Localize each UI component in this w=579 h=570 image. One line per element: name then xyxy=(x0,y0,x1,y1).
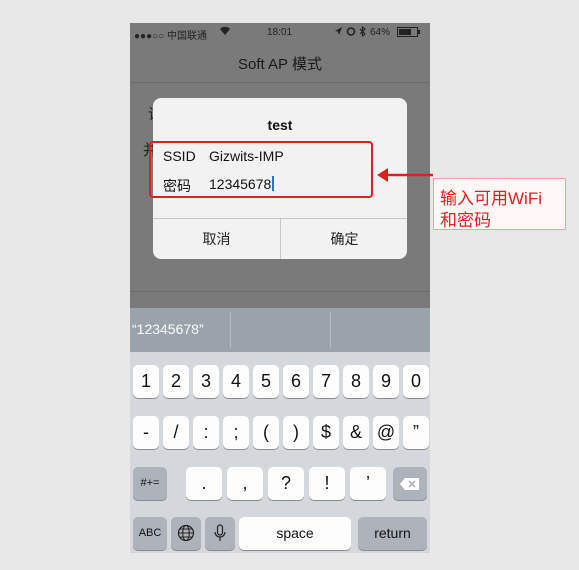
key-abc[interactable]: ABC xyxy=(133,517,167,550)
key-apostrophe[interactable]: ’ xyxy=(350,467,386,500)
page-title: Soft AP 模式 xyxy=(238,56,322,73)
return-key[interactable]: return xyxy=(358,517,427,550)
key-semicolon[interactable]: ; xyxy=(223,416,249,449)
suggestion-item[interactable]: “12345678” xyxy=(132,321,204,337)
background-divider xyxy=(130,291,430,292)
key-7[interactable]: 7 xyxy=(313,365,339,398)
keyboard: “12345678” 1 2 3 4 5 6 7 8 9 0 - / : ; (… xyxy=(130,308,430,553)
key-1[interactable]: 1 xyxy=(133,365,159,398)
globe-key[interactable] xyxy=(171,517,201,550)
alarm-icon xyxy=(346,26,356,39)
key-open-paren[interactable]: ( xyxy=(253,416,279,449)
annotation-box: 输入可用WiFi 和密码 xyxy=(433,178,566,230)
nav-bar: Soft AP 模式 xyxy=(130,42,430,83)
key-quote[interactable]: ” xyxy=(403,416,429,449)
bluetooth-icon xyxy=(359,25,366,40)
key-8[interactable]: 8 xyxy=(343,365,369,398)
cancel-button[interactable]: 取消 xyxy=(153,219,280,259)
delete-key[interactable] xyxy=(393,467,427,500)
globe-icon xyxy=(177,524,195,542)
key-colon[interactable]: : xyxy=(193,416,219,449)
suggestion-divider xyxy=(330,312,331,348)
key-slash[interactable]: / xyxy=(163,416,189,449)
backspace-icon xyxy=(400,478,419,490)
dictation-key[interactable] xyxy=(205,517,235,550)
battery-percent: 64% xyxy=(370,27,391,38)
suggestion-bar: “12345678” xyxy=(130,308,430,352)
key-at[interactable]: @ xyxy=(373,416,399,449)
key-comma[interactable]: , xyxy=(227,467,263,500)
key-2[interactable]: 2 xyxy=(163,365,189,398)
key-exclamation[interactable]: ! xyxy=(309,467,345,500)
key-hyphen[interactable]: - xyxy=(133,416,159,449)
key-5[interactable]: 5 xyxy=(253,365,279,398)
key-close-paren[interactable]: ) xyxy=(283,416,309,449)
key-4[interactable]: 4 xyxy=(223,365,249,398)
dialog-buttons: 取消 确定 xyxy=(153,218,407,259)
suggestion-divider xyxy=(230,312,231,348)
wifi-icon xyxy=(219,26,231,39)
key-dollar[interactable]: $ xyxy=(313,416,339,449)
key-period[interactable]: . xyxy=(186,467,222,500)
space-key[interactable]: space xyxy=(239,517,351,550)
battery-icon xyxy=(397,27,421,40)
annotation-line-2: 和密码 xyxy=(440,211,491,230)
microphone-icon xyxy=(214,524,226,541)
key-more-symbols[interactable]: #+= xyxy=(133,467,167,500)
key-9[interactable]: 9 xyxy=(373,365,399,398)
phone-screen: ●●●○○ 中国联通 18:01 64% Soft AP 模式 请 并 test… xyxy=(130,23,430,553)
location-icon xyxy=(334,26,343,39)
dialog-title: test xyxy=(267,117,293,133)
key-ampersand[interactable]: & xyxy=(343,416,369,449)
clock: 18:01 xyxy=(267,27,293,38)
arrow-icon xyxy=(377,168,433,182)
key-6[interactable]: 6 xyxy=(283,365,309,398)
highlight-box xyxy=(149,141,373,198)
key-question[interactable]: ? xyxy=(268,467,304,500)
carrier-label: ●●●○○ 中国联通 xyxy=(134,31,207,42)
confirm-button[interactable]: 确定 xyxy=(280,219,407,259)
key-3[interactable]: 3 xyxy=(193,365,219,398)
status-bar: ●●●○○ 中国联通 18:01 64% xyxy=(130,23,430,42)
key-0[interactable]: 0 xyxy=(403,365,429,398)
